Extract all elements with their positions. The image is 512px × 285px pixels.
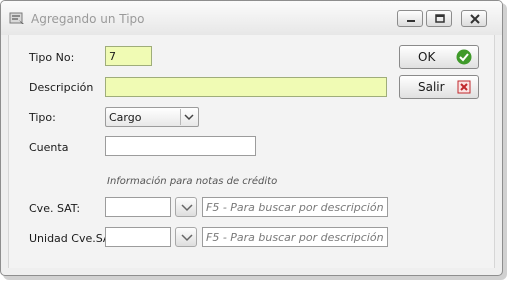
salir-button[interactable]: Salir — [399, 75, 479, 99]
unidad-cve-sat-label: Unidad Cve.SAT — [29, 232, 117, 245]
chevron-down-icon — [181, 204, 193, 212]
title-bar[interactable]: Agregando un Tipo — [1, 1, 502, 35]
dialog-window: Agregando un Tipo Tipo No: Descripción T… — [0, 0, 503, 276]
unidad-cve-sat-field[interactable] — [105, 227, 171, 247]
cve-sat-description-field[interactable] — [202, 197, 388, 217]
section-note: Información para notas de crédito — [107, 176, 278, 187]
maximize-button[interactable] — [426, 10, 452, 27]
red-x-icon — [456, 79, 472, 98]
minimize-icon — [407, 20, 415, 22]
tipo-selected-value: Cargo — [109, 111, 142, 124]
cve-sat-label: Cve. SAT: — [29, 202, 81, 215]
descripcion-label: Descripción — [29, 81, 94, 94]
tipo-label: Tipo: — [29, 111, 56, 124]
ok-button-label: OK — [418, 50, 436, 64]
check-circle-icon — [456, 49, 472, 68]
cve-sat-field[interactable] — [105, 197, 171, 217]
ok-button[interactable]: OK — [399, 45, 479, 69]
minimize-button[interactable] — [397, 10, 423, 27]
descripcion-field[interactable] — [105, 77, 387, 97]
close-button[interactable] — [461, 10, 487, 27]
form-area: Tipo No: Descripción Tipo: Cargo Cuenta … — [8, 35, 495, 268]
tipo-no-label: Tipo No: — [29, 51, 75, 64]
tipo-no-field[interactable] — [105, 46, 152, 66]
unidad-cve-sat-description-field[interactable] — [202, 227, 388, 247]
close-icon — [470, 14, 480, 24]
chevron-down-icon — [181, 234, 193, 242]
cuenta-field[interactable] — [105, 136, 256, 156]
maximize-icon — [435, 14, 445, 23]
chevron-down-icon — [180, 109, 197, 125]
cuenta-label: Cuenta — [29, 141, 69, 154]
app-icon — [9, 11, 25, 25]
unidad-cve-sat-lookup-button[interactable] — [175, 227, 197, 247]
salir-button-label: Salir — [418, 80, 445, 94]
cve-sat-lookup-button[interactable] — [175, 197, 197, 217]
tipo-select[interactable]: Cargo — [105, 107, 199, 127]
window-title: Agregando un Tipo — [31, 12, 145, 26]
